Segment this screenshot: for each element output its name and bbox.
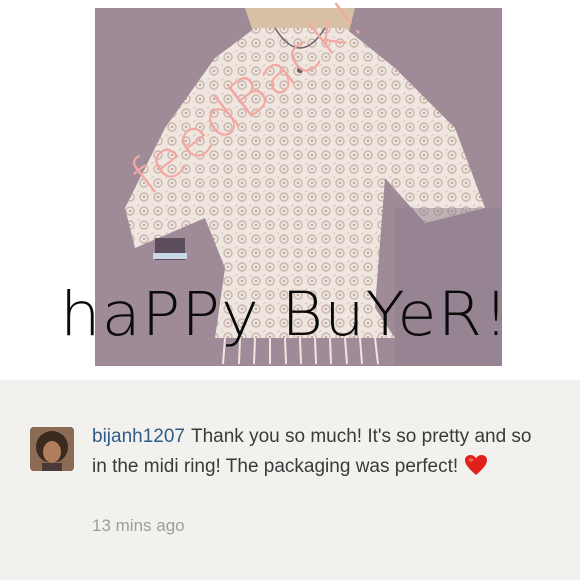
separator (0, 372, 580, 380)
comment-timestamp: 13 mins ago (92, 516, 185, 535)
user-avatar-icon (30, 427, 74, 471)
photo-panel: feedBack! haPPy BuYeR! (0, 0, 580, 372)
comment-text-block: bijanh1207 Thank you so much! It's so pre… (92, 422, 532, 482)
red-heart-icon (465, 455, 488, 475)
avatar[interactable] (30, 427, 74, 471)
comment-panel: bijanh1207 Thank you so much! It's so pre… (0, 380, 580, 580)
happy-buyer-overlay-text: haPPy BuYeR! (60, 279, 510, 351)
comment-username-link[interactable]: bijanh1207 (92, 426, 185, 447)
